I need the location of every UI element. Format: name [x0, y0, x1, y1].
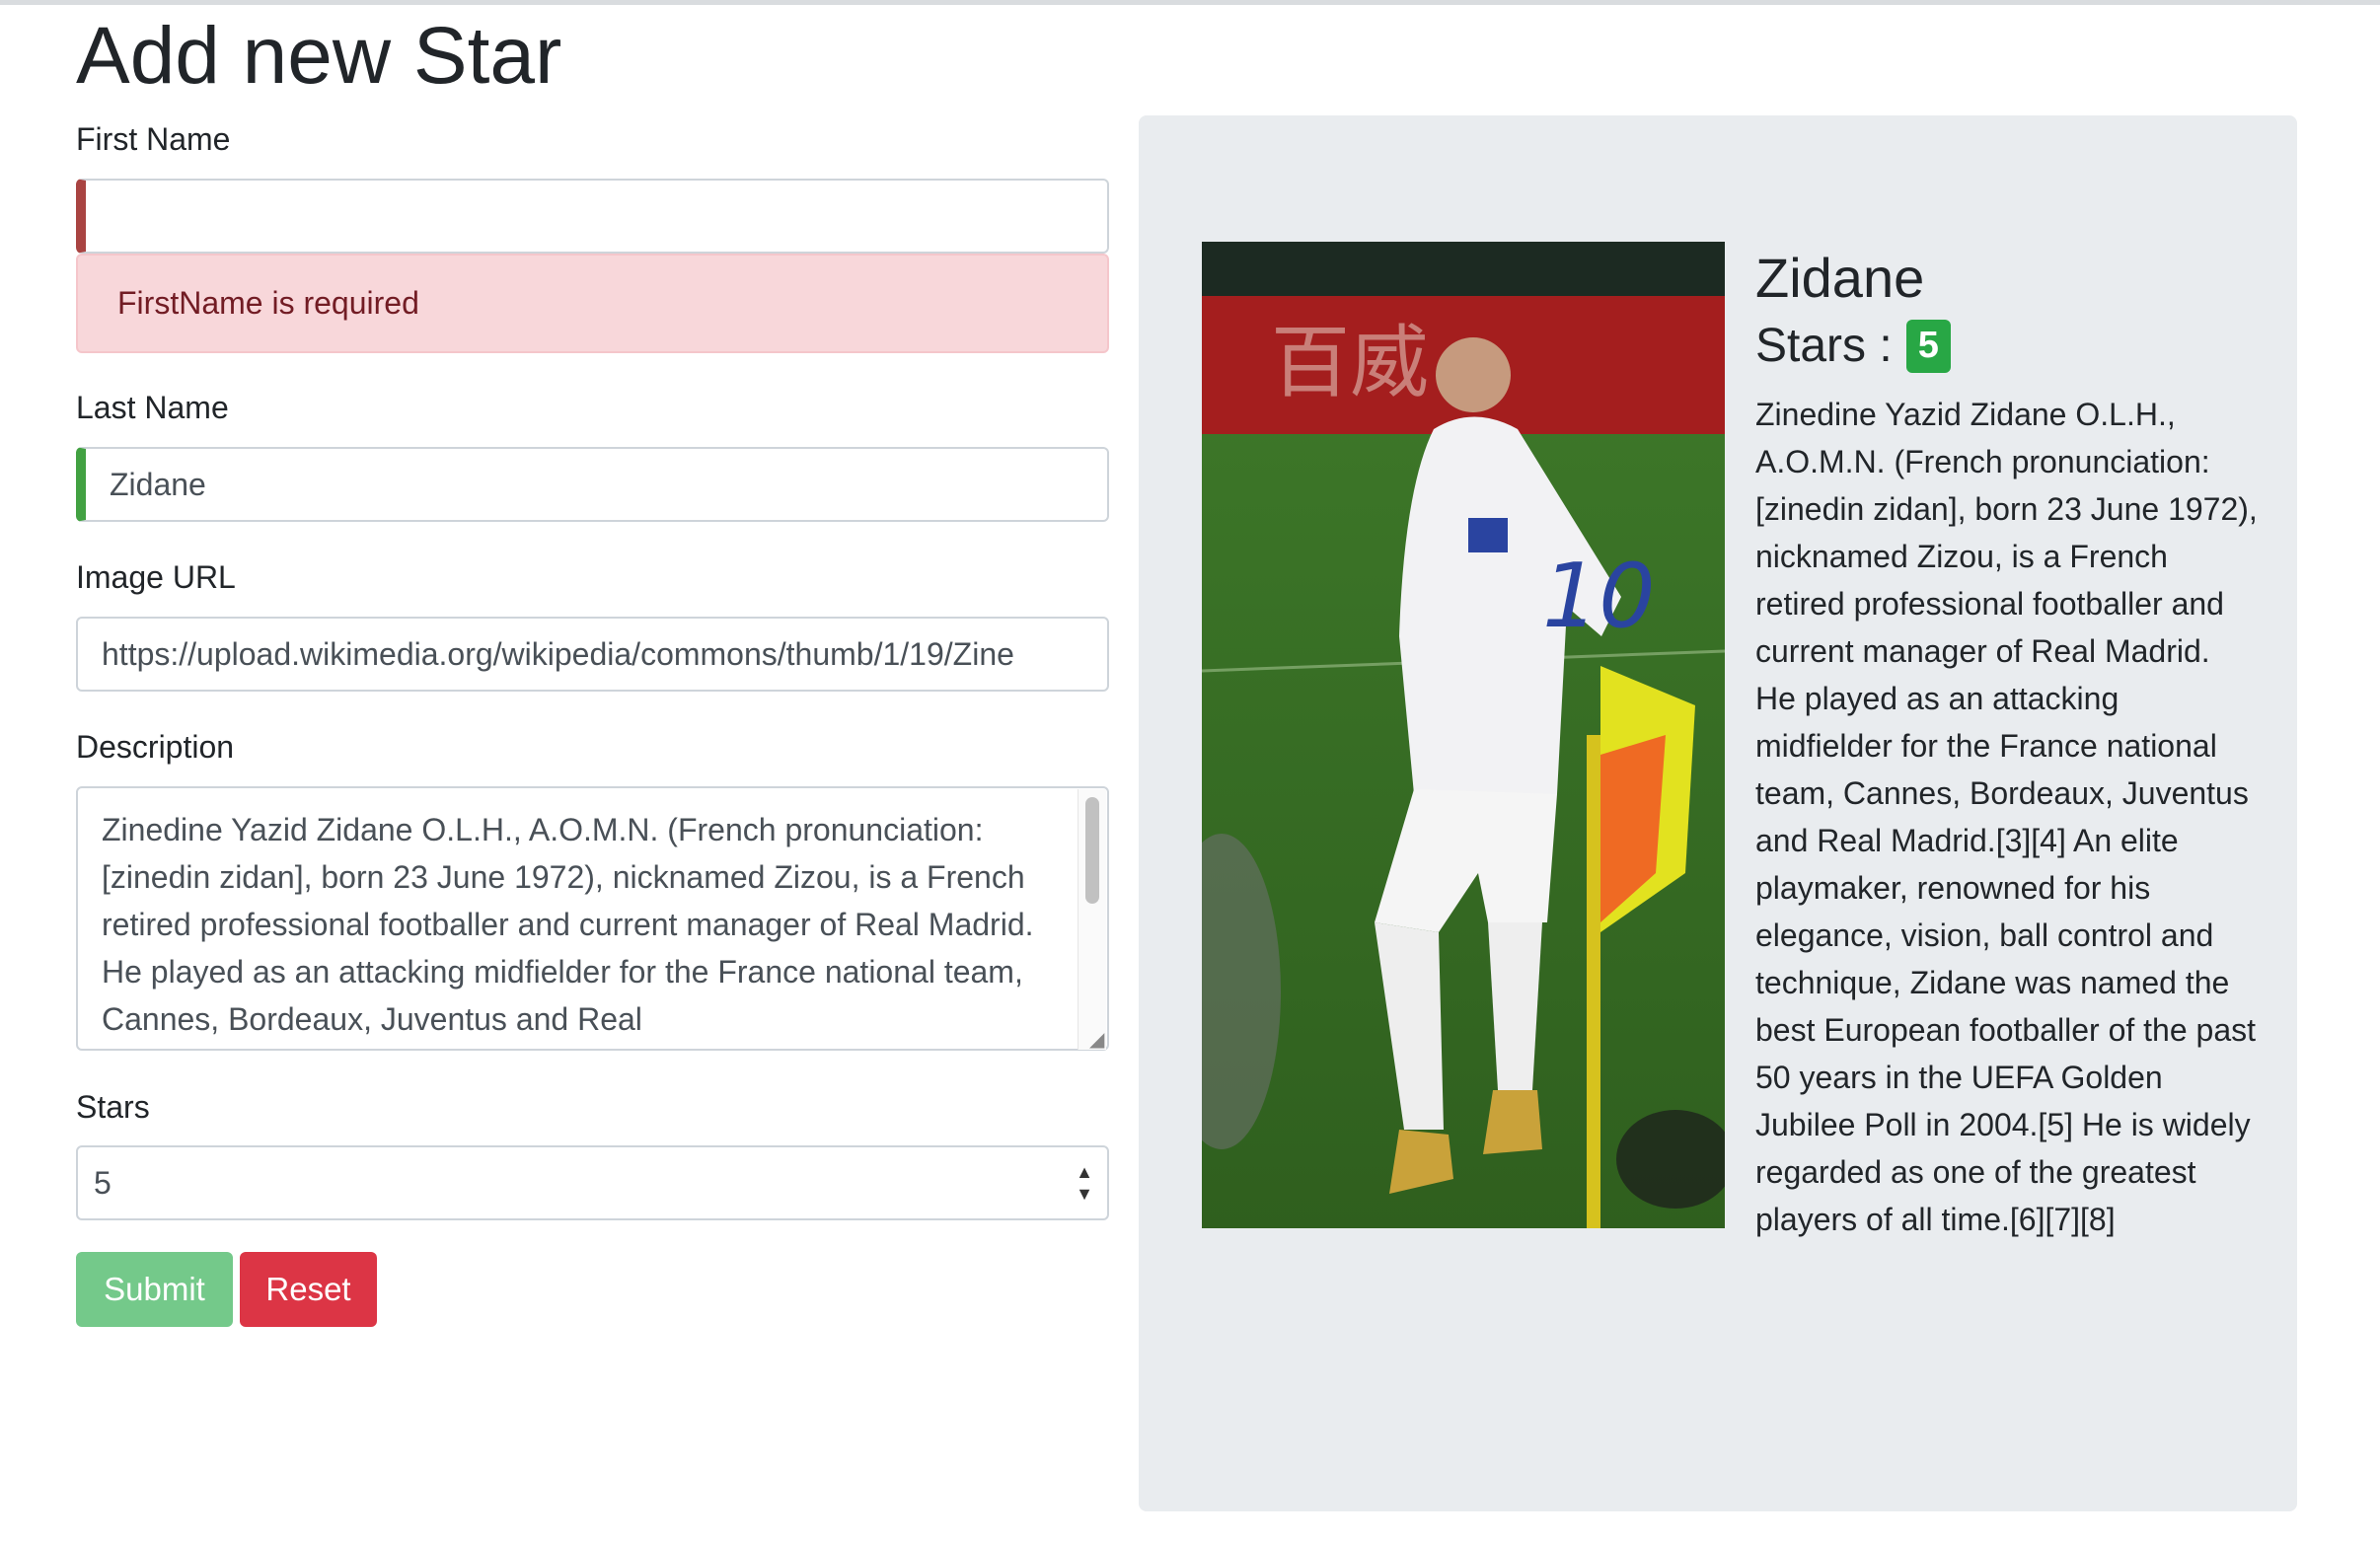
reset-button[interactable]: Reset	[240, 1252, 377, 1327]
stars-label: Stars	[76, 1089, 150, 1125]
stars-select[interactable]: 5 ▲ ▼	[76, 1145, 1109, 1220]
image-url-input[interactable]	[76, 617, 1109, 692]
top-border	[0, 0, 2380, 5]
stars-badge: 5	[1905, 320, 1951, 373]
first-name-input[interactable]	[76, 179, 1109, 254]
first-name-error-alert: FirstName is required	[76, 254, 1109, 353]
star-name: Zidane	[1755, 247, 1925, 309]
submit-button[interactable]: Submit	[76, 1252, 233, 1327]
star-rating: Stars : 5	[1755, 318, 1951, 375]
star-description: Zinedine Yazid Zidane O.L.H., A.O.M.N. (…	[1755, 397, 2258, 1237]
last-name-input[interactable]	[76, 447, 1109, 522]
description-label: Description	[76, 729, 235, 765]
stars-text: Stars :	[1755, 320, 1893, 372]
page-title: Add new Star	[76, 11, 562, 101]
last-name-label: Last Name	[76, 390, 229, 425]
svg-text:10: 10	[1542, 545, 1656, 648]
stars-select-value: 5	[94, 1165, 112, 1201]
svg-text:百威: 百威	[1271, 317, 1429, 408]
image-url-label: Image URL	[76, 559, 236, 595]
resize-grip-icon[interactable]: ◢	[1089, 1030, 1104, 1050]
star-photo: 百威 10	[1202, 242, 1725, 1228]
description-scroll-thumb[interactable]	[1085, 797, 1099, 904]
select-arrows-icon: ▲ ▼	[1076, 1162, 1093, 1204]
first-name-label: First Name	[76, 121, 231, 157]
description-textarea[interactable]: Zinedine Yazid Zidane O.L.H., A.O.M.N. (…	[76, 786, 1109, 1051]
